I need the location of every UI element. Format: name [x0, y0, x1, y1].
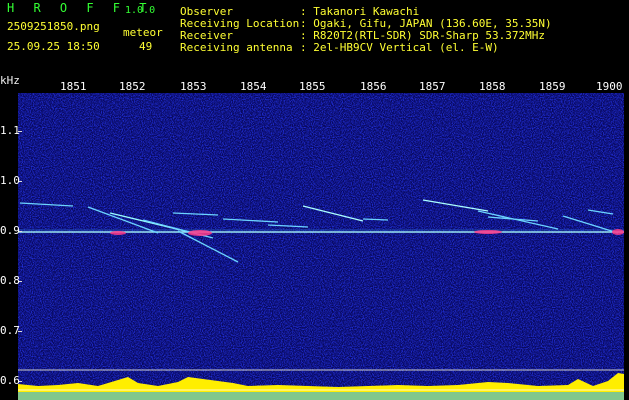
time-tick-label: 1857 [419, 80, 446, 93]
time-tick-label: 1858 [479, 80, 506, 93]
meteor-label: meteor [123, 26, 163, 39]
file-name: 2509251850.png [7, 20, 100, 33]
time-tick-label: 1856 [360, 80, 387, 93]
freq-tick-label: 0.6 [0, 374, 20, 387]
spectrogram-plot [18, 93, 624, 400]
echo-hotspot [188, 230, 212, 236]
time-tick-label: 1854 [240, 80, 267, 93]
echo-hotspot [612, 229, 624, 235]
level-floor [18, 392, 624, 400]
antenna-label: Receiving antenna [180, 41, 293, 54]
app-version: 1.0.0 [125, 5, 156, 16]
freq-tick-label: 1.0 [0, 174, 20, 187]
echo-hotspot [474, 230, 502, 234]
freq-tick-label: 0.7 [0, 324, 20, 337]
header-panel: H R O F F T 1.0.0 2509251850.png 25.09.2… [0, 0, 629, 78]
antenna-value: : 2el-HB9CV Vertical (el. E-W) [300, 41, 499, 54]
time-tick-label: 1852 [119, 80, 146, 93]
noise-texture [18, 93, 624, 400]
time-tick-label: 1859 [539, 80, 566, 93]
echo-hotspot [110, 231, 126, 235]
freq-tick-label: 0.8 [0, 274, 20, 287]
time-tick-label: 1855 [299, 80, 326, 93]
frequency-unit-label: kHz [0, 74, 20, 87]
time-tick-label: 1851 [60, 80, 87, 93]
freq-tick-label: 1.1 [0, 124, 20, 137]
freq-tick-label: 0.9 [0, 224, 20, 237]
time-tick-label: 1853 [180, 80, 207, 93]
meteor-count: 49 [139, 40, 153, 53]
timestamp: 25.09.25 18:50 [7, 40, 100, 53]
time-tick-label: 1900 [596, 80, 623, 93]
